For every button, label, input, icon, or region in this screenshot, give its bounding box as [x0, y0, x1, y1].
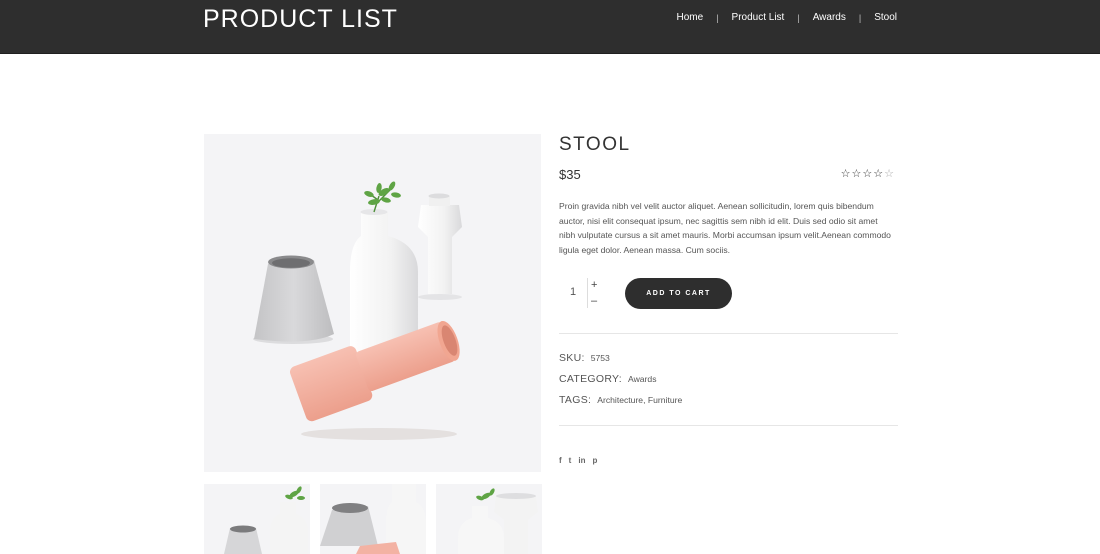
thumbnail-2[interactable] — [320, 484, 426, 554]
linkedin-icon[interactable]: in — [578, 455, 585, 467]
star-icon: ☆ — [851, 168, 862, 180]
social-share: f t in p — [559, 455, 597, 467]
add-to-cart-button[interactable]: ADD TO CART — [625, 278, 732, 309]
nav-stool[interactable]: Stool — [874, 12, 897, 23]
product-description: Proin gravida nibh vel velit auctor aliq… — [559, 201, 891, 255]
thumbnail-strip — [204, 484, 542, 554]
quantity-stepper: 1 + – — [560, 278, 602, 308]
star-icon: ☆ — [873, 168, 884, 180]
sku-value: 5753 — [590, 353, 610, 363]
product-price: $35 — [559, 167, 581, 182]
page-title: PRODUCT LIST — [203, 5, 398, 33]
thumbnail-3[interactable] — [436, 484, 542, 554]
tags-row: TAGS: Architecture, Furniture — [559, 394, 682, 406]
tag-link-architecture[interactable]: Architecture — [597, 395, 643, 405]
star-icon: ☆ — [884, 168, 894, 180]
nav-separator: | — [716, 12, 719, 23]
nav-separator: | — [797, 12, 800, 23]
nav-awards[interactable]: Awards — [813, 12, 846, 23]
main-nav: Home | Product List | Awards | Stool — [677, 12, 898, 23]
quantity-decrease-button[interactable]: – — [591, 295, 597, 307]
nav-product-list[interactable]: Product List — [732, 12, 785, 23]
twitter-icon[interactable]: t — [569, 455, 572, 467]
top-bar: PRODUCT LIST Home | Product List | Award… — [0, 0, 1100, 54]
product-photo — [253, 181, 462, 440]
thumbnail-photo — [224, 486, 308, 554]
divider — [559, 425, 898, 426]
star-icon: ☆ — [840, 168, 851, 180]
category-link-awards[interactable]: Awards — [628, 374, 657, 384]
thumbnail-photo — [320, 484, 426, 554]
thumbnail-photo — [458, 488, 538, 554]
divider — [559, 333, 898, 334]
category-label: CATEGORY: — [559, 373, 622, 385]
product-rating[interactable]: ☆ ☆ ☆ ☆ ☆ — [841, 167, 894, 181]
nav-separator: | — [858, 12, 862, 23]
quantity-divider — [587, 278, 588, 308]
tag-link-furniture[interactable]: Furniture — [648, 395, 682, 405]
sku-label: SKU: — [559, 352, 585, 364]
star-icon: ☆ — [862, 168, 873, 180]
sku-row: SKU: 5753 — [559, 352, 610, 364]
pinterest-icon[interactable]: p — [592, 455, 597, 467]
product-main-image[interactable] — [204, 134, 541, 472]
tags-label: TAGS: — [559, 394, 592, 406]
quantity-increase-button[interactable]: + — [591, 279, 597, 291]
thumbnail-1[interactable] — [204, 484, 310, 554]
product-title: STOOL — [559, 134, 631, 155]
quantity-input[interactable]: 1 — [570, 286, 576, 298]
facebook-icon[interactable]: f — [559, 455, 562, 467]
nav-home[interactable]: Home — [677, 12, 704, 23]
category-row: CATEGORY: Awards — [559, 373, 657, 385]
